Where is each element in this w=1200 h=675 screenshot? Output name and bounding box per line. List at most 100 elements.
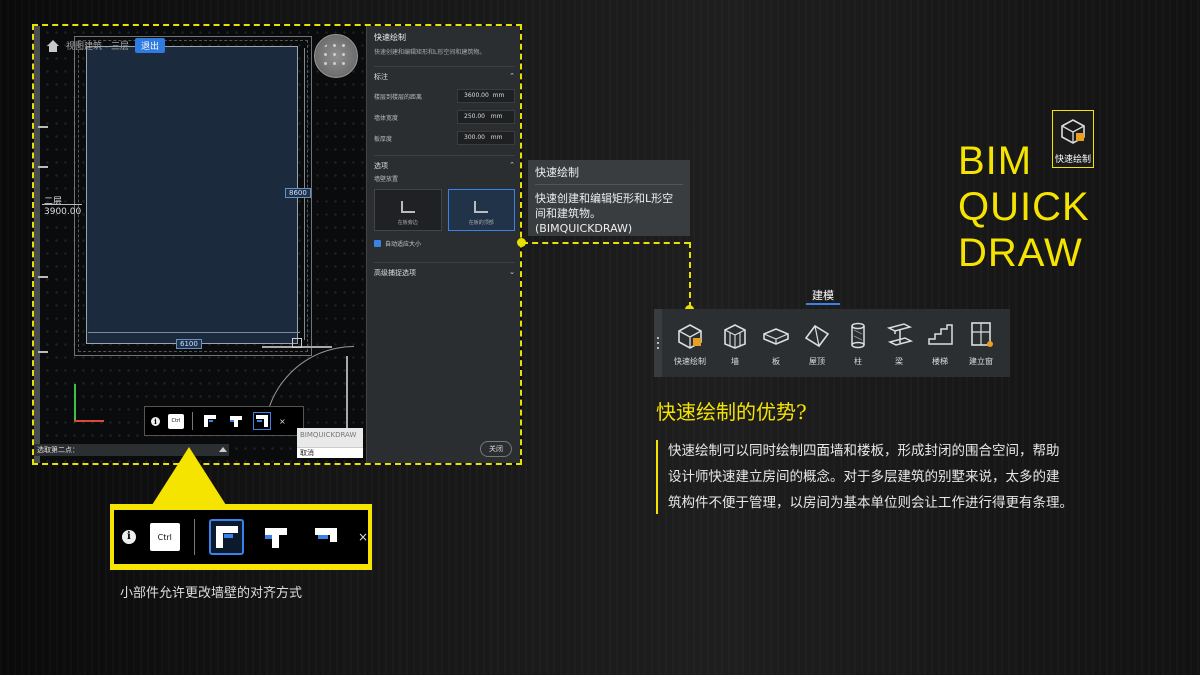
align-center-icon [265,528,288,548]
wall-icon [724,323,746,349]
info-icon[interactable]: i [151,416,160,426]
wall-position-label: 墙壁放置 [374,176,399,183]
wall-width-input[interactable]: 250.00 mm [457,110,515,124]
separator [193,519,195,555]
ctrl-key[interactable]: Ctrl [149,523,180,551]
tool-quick-draw[interactable]: 快速绘制 [666,320,714,367]
alignment-widget-small: i Ctrl × [144,406,304,436]
cancel-option[interactable]: 取消 [297,447,363,458]
close-icon[interactable]: × [279,417,286,426]
tool-window[interactable]: 建立窗 [961,320,1001,367]
breadcrumb: 视图建筑 - 三层 退出 [46,38,165,53]
quick-draw-icon [678,323,702,349]
ctrl-key[interactable]: Ctrl [168,413,184,429]
stair-icon [928,323,953,345]
slab-icon [763,327,789,345]
option-beside-slab[interactable]: 在板旁边 [374,189,442,231]
ruler-tick [38,276,48,278]
dimension-vertical[interactable]: 8600 [285,188,311,198]
tool-stair[interactable]: 楼梯 [920,320,960,367]
tool-beam[interactable]: 梁 [879,320,919,367]
level-name: 二层 [44,197,63,207]
exit-button[interactable]: 退出 [134,38,165,53]
align-outside-icon [204,415,216,427]
close-icon[interactable]: × [358,530,368,544]
cursor-grip [292,338,302,348]
connector-dot [517,238,526,247]
ruler-tick [38,351,48,353]
level-line [42,204,82,205]
chevron-up-icon: ⌃ [509,161,515,169]
look-from-widget[interactable] [314,34,358,78]
chevron-up-icon: ⌃ [509,72,515,80]
align-inside-icon [315,528,338,542]
section-annotation[interactable]: 标注 ⌃ [374,66,515,82]
section-label: 标注 [374,73,388,81]
field-row: 墙体宽度 250.00 mm [374,110,515,124]
wall-on-slab-icon [474,201,489,213]
tool-slab[interactable]: 板 [756,320,796,367]
ucs-axis-icon [74,384,114,424]
field-row: 板厚度 300.00 mm [374,131,515,145]
wall-position-options: 在板旁边 在板的顶部 [374,189,515,231]
align-center-button[interactable] [227,412,245,430]
active-tab-indicator [806,303,840,305]
slab-thickness-input[interactable]: 300.00 mm [457,131,515,145]
advantages-text: 快速绘制可以同时绘制四面墙和楼板，形成封闭的围合空间，帮助 设计师快速建立房间的… [668,438,1138,516]
ribbon-grip-handle[interactable] [654,309,662,377]
align-outside-button[interactable] [208,519,245,555]
field-row: 楼层到楼层的距离 3600.00 mm [374,89,515,103]
align-inside-icon [256,415,268,427]
tooltip-title: 快速绘制 [535,164,683,185]
option-on-slab[interactable]: 在板的顶部 [447,189,515,231]
tool-wall[interactable]: 墙 [715,320,755,367]
tool-roof[interactable]: 屋顶 [797,320,837,367]
column-icon [851,322,865,348]
field-label: 板厚度 [374,135,393,143]
section-options[interactable]: 选项 ⌃ [374,155,515,171]
ruler-tick [38,126,48,128]
home-icon[interactable] [46,39,60,52]
align-outside-icon [215,526,238,548]
section-advanced[interactable]: 高级捕捉选项 ⌄ [374,262,515,278]
roof-icon [804,324,830,347]
section-label: 高级捕捉选项 [374,269,416,277]
widget-caption: 小部件允许更改墙壁的对齐方式 [120,586,303,601]
floor-height-input[interactable]: 3600.00 mm [457,89,515,103]
tooltip-description: 快速创建和编辑矩形和L形空间和建筑物。 (BIMQUICKDRAW) [535,192,674,235]
chevron-down-icon: ⌄ [509,268,515,276]
quick-draw-feature-icon: 快速绘制 [1052,110,1094,168]
window-icon [971,321,993,347]
quickdraw-tooltip: 快速绘制 快速创建和编辑矩形和L形空间和建筑物。 (BIMQUICKDRAW) [528,160,690,236]
field-label: 楼层到楼层的距离 [374,93,423,101]
align-inside-button[interactable] [308,519,344,555]
info-icon[interactable]: i [122,530,136,544]
tool-column[interactable]: 柱 [838,320,878,367]
align-inside-button[interactable] [253,412,271,430]
close-button[interactable]: 关闭 [480,441,512,457]
icon-label: 快速绘制 [1054,155,1091,165]
align-center-icon [230,416,242,427]
align-outside-button[interactable] [201,412,219,430]
title-line: QUICK [958,185,1090,229]
callout-connector [689,242,691,308]
dimension-horizontal[interactable]: 6100 [176,339,202,349]
room-preview[interactable] [86,46,298,344]
dimension-line-horizontal [88,332,300,333]
field-label: 墙体宽度 [374,114,399,122]
properties-panel: 快速绘制 快速创建和编辑矩形和L形空间和建筑物。 标注 ⌃ 楼层到楼层的距离 3… [366,26,520,463]
breadcrumb-text: 视图建筑 - 三层 [66,42,129,52]
advantages-heading: 快速绘制的优势? [656,400,807,424]
auto-size-checkbox[interactable]: 自动适应大小 [374,239,515,248]
command-tooltip: BIMQUICKDRAW 取消 [297,428,363,458]
product-title: BIM QUICK DRAW [958,138,1138,276]
quick-draw-icon [1061,119,1085,144]
title-line: DRAW [958,231,1083,275]
section-label: 选项 [374,162,388,170]
panel-description: 快速创建和编辑矩形和L形空间和建筑物。 [374,49,486,56]
text-line: 快速绘制可以同时绘制四面墙和楼板，形成封闭的围合空间，帮助 [668,443,1060,459]
align-center-button[interactable] [258,519,294,555]
drawing-canvas[interactable]: 8600 6100 视图建筑 - 三层 退出 二层 3900.00 i Ctrl [34,26,364,463]
panel-title: 快速绘制 [374,33,406,42]
ribbon-tab-modeling[interactable]: 建模 [812,287,834,303]
